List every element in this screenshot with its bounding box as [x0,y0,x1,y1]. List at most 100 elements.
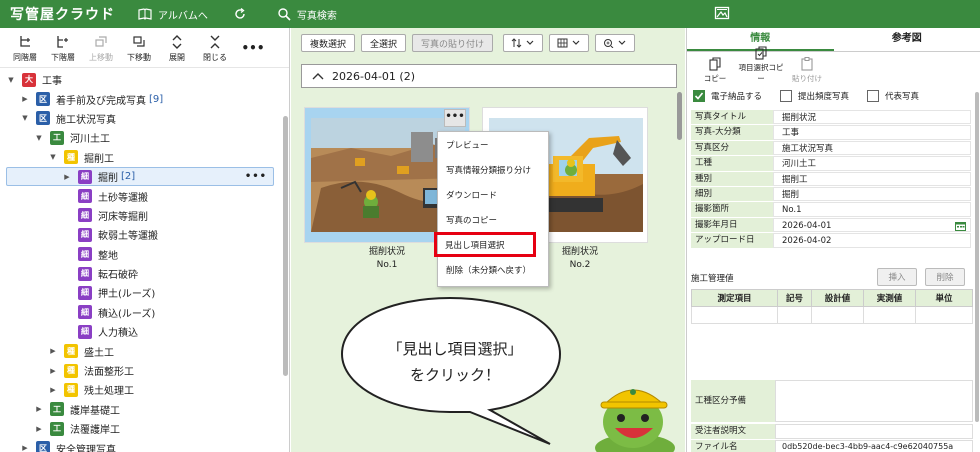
tree-item[interactable]: ▼ 工河川土工 [0,128,284,147]
image-view-icon[interactable] [714,5,730,21]
delete-row-button[interactable]: 削除 [925,268,965,286]
caret-right-icon[interactable]: ▶ [20,95,30,103]
tree-item-label: 河床等掘削 [98,211,148,223]
check-representative[interactable]: 代表写真 [867,90,919,102]
sub-level-button[interactable]: 下階層 [44,34,82,67]
info-value[interactable]: 河川土工 [773,156,971,171]
expand-button[interactable]: 展開 [158,34,196,67]
caret-right-icon[interactable]: ▶ [34,405,44,413]
tree-item-label: 法覆護岸工 [70,425,120,437]
info-value[interactable]: 2026-04-01 [773,217,971,233]
sort-button[interactable] [503,34,544,52]
info-scrollbar[interactable] [975,92,979,422]
tree-item[interactable]: ▶ 工護岸基礎工 [0,400,284,419]
select-copy-button[interactable]: 項目選択コピー [735,46,787,88]
tree-item[interactable]: ▶ 工法覆護岸工 [0,419,284,438]
move-up-button[interactable]: 上移動 [82,34,120,67]
contractor-desc-input[interactable] [775,424,973,439]
tree-item[interactable]: ▶ 種残土処理工 [0,380,284,399]
multi-select-button[interactable]: 複数選択 [301,34,356,52]
info-value[interactable]: 掘削 [773,186,971,202]
checkbox-icon[interactable] [867,90,880,102]
caret-right-icon[interactable]: ▶ [48,347,58,355]
tree-more-button[interactable]: ••• [234,41,272,67]
caret-right-icon[interactable]: ▶ [48,367,58,375]
app-logo: 写管屋クラウド [10,7,115,23]
menu-item-classify[interactable]: 写真情報分類振り分け [438,157,548,182]
caret-down-icon[interactable]: ▼ [6,76,16,84]
tab-reference[interactable]: 参考図 [834,28,980,51]
more-icon[interactable]: ••• [245,171,267,182]
tree-scrollbar[interactable] [283,116,288,376]
col-design-value: 設計値 [811,289,864,307]
date-group-header[interactable]: 2026-04-01 (2) [301,64,677,88]
caret-down-icon[interactable]: ▼ [34,134,44,142]
same-level-button[interactable]: 同階層 [6,34,44,67]
caret-down-icon[interactable]: ▼ [20,114,30,122]
photo-list-scrollbar[interactable] [677,92,682,140]
check-electronic-delivery[interactable]: 電子納品する [693,90,762,102]
tree-item[interactable]: 細押土(ルーズ) [0,283,284,302]
callout-line-1: 「見出し項目選択」 [387,340,523,358]
tree-item[interactable]: ▶ 種盛土工 [0,341,284,360]
tree-item[interactable]: ▼ 大工事 [0,70,284,89]
tree-item[interactable]: 細人力積込 [0,322,284,341]
category-badge-icon: 細 [78,247,92,262]
tree-item[interactable]: 細土砂等運搬 [0,186,284,205]
expand-icon [172,35,182,49]
zoom-button[interactable] [595,34,636,52]
album-nav[interactable]: アルバムへ [138,7,208,22]
tree-item[interactable]: 細河床等掘削 [0,206,284,225]
menu-item-preview[interactable]: プレビュー [438,132,548,157]
info-value[interactable]: No.1 [773,202,971,217]
construction-values-buttons: 挿入 削除 [877,268,973,286]
info-row: 細別 掘削 [691,186,971,203]
tree-item[interactable]: 細転石破砕 [0,264,284,283]
checkbox-icon[interactable] [780,90,793,102]
info-value[interactable]: 2026-04-02 [773,233,971,248]
koshu-kubun-row: 工種区分予備 [691,380,973,422]
copy-button[interactable]: コピー [695,57,735,88]
select-all-button[interactable]: 全選択 [361,34,407,52]
menu-item-delete[interactable]: 削除（未分類へ戻す） [438,257,548,282]
koshu-kubun-input[interactable] [775,380,973,422]
photo-context-menu: プレビュー 写真情報分類振り分け ダウンロード 写真のコピー 見出し項目選択 削… [434,131,549,287]
caret-right-icon[interactable]: ▶ [48,386,58,394]
tree-item[interactable]: ▶ 区安全管理写真 [0,438,284,452]
tree-item[interactable]: 細整地 [0,245,284,264]
refresh-button[interactable] [234,8,252,20]
checkbox-checked-icon[interactable] [693,90,705,102]
insert-row-button[interactable]: 挿入 [877,268,917,286]
tree-item[interactable]: 細積込(ルーズ) [0,303,284,322]
caret-right-icon[interactable]: ▶ [62,173,72,181]
caret-right-icon[interactable]: ▶ [34,425,44,433]
paste-photo-button[interactable]: 写真の貼り付け [412,34,494,52]
photo-more-button[interactable]: ••• [444,109,466,127]
info-value[interactable]: 掘削状況 [773,110,971,125]
caret-right-icon[interactable]: ▶ [20,444,30,452]
top-nav: アルバムへ 写真検索 [138,7,363,22]
collapse-button[interactable]: 閉じる [196,34,234,67]
tree-item[interactable]: ▼ 種掘削工 [0,148,284,167]
move-down-button[interactable]: 下移動 [120,34,158,67]
photo-search-nav[interactable]: 写真検索 [278,7,337,22]
menu-item-heading-select[interactable]: 見出し項目選択 [434,232,536,257]
table-row[interactable] [691,306,973,324]
tree-item-label: 河川土工 [70,134,110,146]
info-value[interactable]: 施工状況写真 [773,140,971,156]
info-value[interactable]: 工事 [773,125,971,140]
grid-view-button[interactable] [549,34,590,52]
tree-item[interactable]: 細軟弱土等運搬 [0,225,284,244]
menu-item-copy-photo[interactable]: 写真のコピー [438,207,548,232]
check-submission-frequency[interactable]: 提出頻度写真 [780,90,849,102]
tree-item[interactable]: ▼ 区施工状況写真 [0,109,284,128]
col-unit: 単位 [915,289,973,307]
tree-item[interactable]: ▶ 細掘削 [2] ••• [6,166,274,187]
info-value[interactable]: 掘削工 [773,171,971,186]
menu-item-download[interactable]: ダウンロード [438,182,548,207]
tree-item[interactable]: ▶ 区着手前及び完成写真 [9] [0,89,284,108]
tree-item[interactable]: ▶ 種法面整形工 [0,361,284,380]
calendar-icon[interactable] [955,221,966,231]
caret-down-icon[interactable]: ▼ [48,153,58,161]
paste-button[interactable]: 貼り付け [787,57,827,88]
